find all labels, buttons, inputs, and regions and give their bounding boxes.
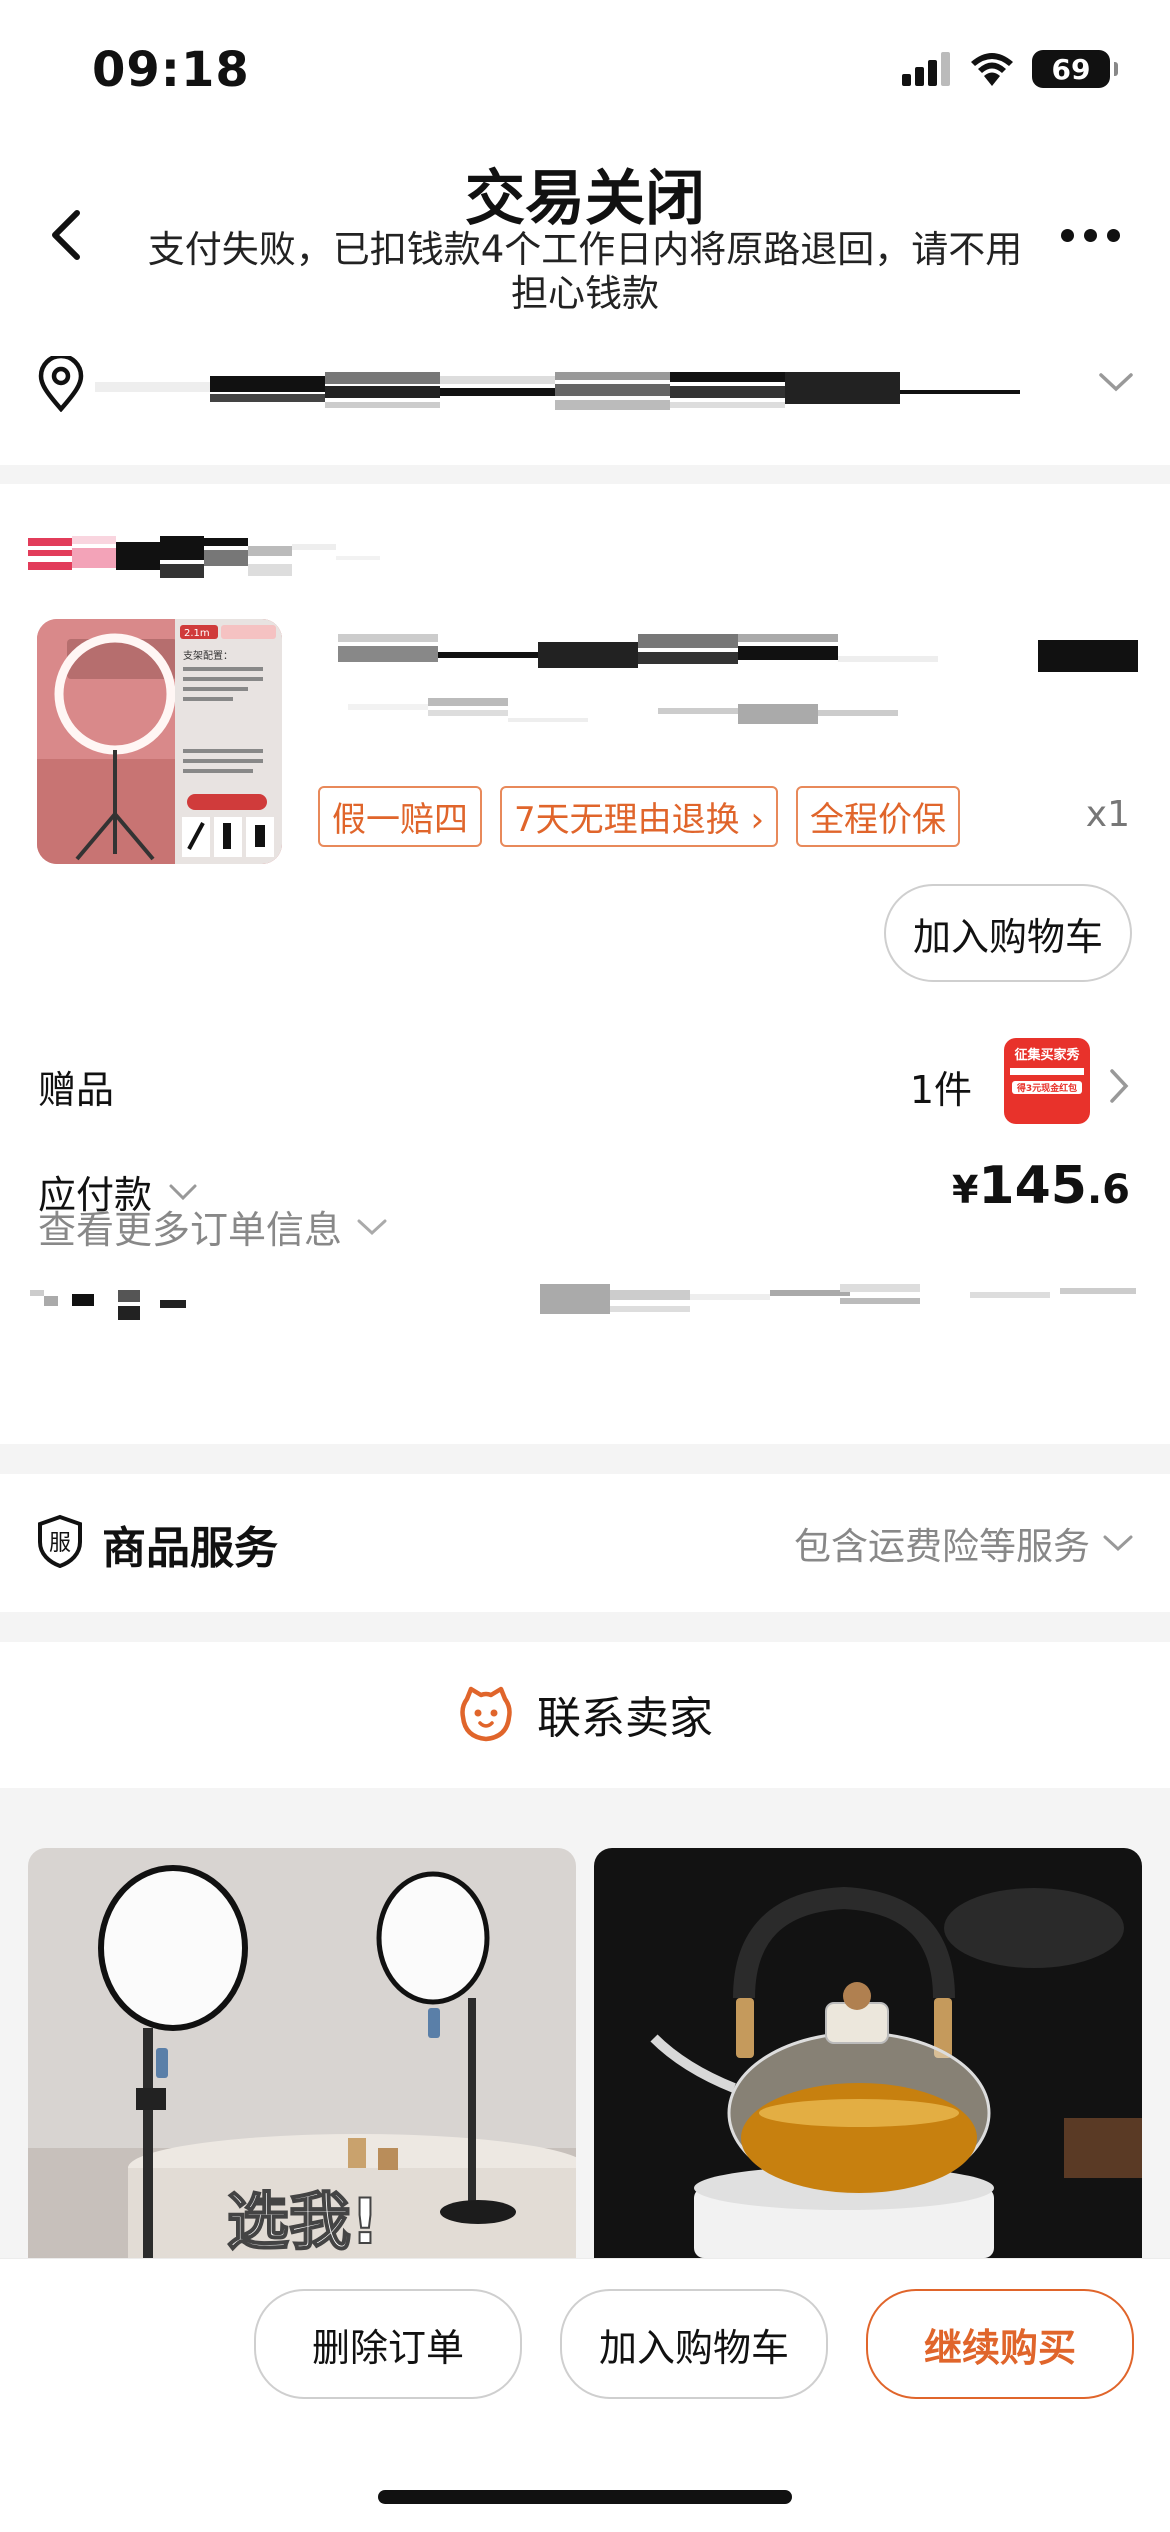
- dot-icon: [1060, 228, 1074, 242]
- price-currency: ¥: [951, 1168, 979, 1212]
- price-decimal: .6: [1086, 1167, 1130, 1213]
- gift-thumb-title: 征集买家秀: [1014, 1048, 1080, 1063]
- battery-icon: 69: [1032, 50, 1118, 88]
- page-title: 交易关闭: [465, 164, 705, 234]
- tag-7day-return[interactable]: 7天无理由退换 ›: [500, 786, 779, 847]
- location-pin-icon: [38, 356, 84, 412]
- price-integer: 145: [978, 1156, 1087, 1216]
- status-time: 09:18: [92, 42, 250, 98]
- service-shield-char: 服: [49, 1531, 71, 1556]
- status-icons: 69: [902, 50, 1118, 88]
- product-title-redacted: [338, 634, 1138, 724]
- delete-order-button[interactable]: 删除订单: [254, 2289, 522, 2399]
- thumb-spec-heading: 支架配置：: [183, 650, 233, 662]
- recommend-ring-light-image: 选我!: [28, 1848, 576, 2258]
- dot-icon: [1083, 228, 1097, 242]
- chevron-down-icon: [357, 1219, 387, 1235]
- signal-icon: [902, 52, 950, 86]
- ring-light-product-image: 2.1m 支架配置：: [37, 619, 282, 864]
- more-button[interactable]: [1050, 210, 1130, 260]
- recommend-card-caption: 选我!: [227, 2185, 379, 2258]
- add-to-cart-button[interactable]: 加入购物车: [884, 884, 1132, 982]
- gift-count[interactable]: 1件: [910, 1059, 972, 1114]
- chevron-right-icon: [1110, 1069, 1129, 1103]
- recommend-card-ring-light[interactable]: 选我!: [28, 1848, 576, 2258]
- contact-seller-button[interactable]: 联系卖家: [0, 1682, 1170, 1746]
- product-thumbnail[interactable]: 2.1m 支架配置：: [37, 619, 282, 864]
- payable-amount: ¥145.6: [952, 1156, 1130, 1216]
- more-order-info-label: 查看更多订单信息: [38, 1208, 343, 1252]
- contact-seller-section: 联系卖家: [0, 1642, 1170, 1788]
- chevron-down-icon: [1103, 1535, 1133, 1552]
- add-to-cart-bottom-button[interactable]: 加入购物车: [560, 2289, 828, 2399]
- quantity: x1: [1085, 794, 1130, 835]
- thumb-height-badge: 2.1m: [184, 628, 210, 639]
- service-shield-icon: 服: [38, 1514, 82, 1568]
- buy-again-button[interactable]: 继续购买: [866, 2289, 1134, 2399]
- more-order-info-toggle[interactable]: 查看更多订单信息: [38, 1199, 388, 1254]
- address-redacted: [95, 372, 1020, 410]
- contact-seller-label: 联系卖家: [537, 1693, 713, 1744]
- page-subtitle: 支付失败，已扣钱款4个工作日内将原路退回，请不用担心钱款: [147, 228, 1023, 315]
- product-service-row[interactable]: 服 商品服务 包含运费险等服务: [0, 1474, 1170, 1612]
- service-note-text: 包含运费险等服务: [794, 1525, 1090, 1568]
- service-note: 包含运费险等服务: [794, 1516, 1134, 1570]
- service-title: 商品服务: [102, 1523, 278, 1574]
- wifi-icon: [971, 53, 1013, 86]
- order-card: 2.1m 支架配置： 假一赔四 7天无理由退换 › 全程价保 x1 加入购物车 …: [0, 484, 1170, 1444]
- status-bar: 09:18 69: [0, 0, 1170, 150]
- recommend-card-teapot[interactable]: [594, 1848, 1142, 2258]
- shop-name-redacted: [28, 536, 380, 578]
- gift-thumbnail[interactable]: 征集买家秀 得3元现金红包: [1004, 1038, 1090, 1124]
- service-tags: 假一赔四 7天无理由退换 › 全程价保: [318, 786, 961, 847]
- home-indicator: [378, 2490, 792, 2504]
- seller-chat-icon: [460, 1686, 512, 1742]
- gift-thumb-subtitle: 得3元现金红包: [1012, 1081, 1082, 1094]
- gift-label: 赠品: [38, 1068, 115, 1112]
- tag-price-protection: 全程价保: [796, 786, 961, 847]
- tag-fake-compensation: 假一赔四: [318, 786, 482, 847]
- recommend-teapot-image: [594, 1848, 1142, 2258]
- order-info-redacted: [30, 1284, 1136, 1320]
- chevron-down-icon: [1099, 373, 1133, 392]
- dot-icon: [1106, 228, 1120, 242]
- order-status-header: 交易关闭 支付失败，已扣钱款4个工作日内将原路退回，请不用担心钱款: [0, 140, 1170, 465]
- address-row[interactable]: [0, 340, 1170, 440]
